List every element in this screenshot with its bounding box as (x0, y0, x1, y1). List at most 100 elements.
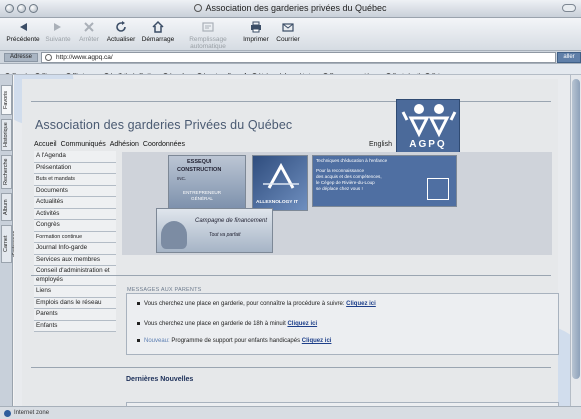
page-icon (45, 54, 52, 61)
left-nav-item[interactable]: Liens (34, 286, 116, 298)
explorer-tab[interactable]: Favoris (1, 85, 12, 115)
children-figures-icon (401, 104, 457, 138)
left-nav-item[interactable]: A l'Agenda (34, 151, 116, 163)
allexnology-ad-text: ALLEXNOLOGY IT (256, 200, 299, 205)
cegep-ad-line: se déplace chez vous ! (316, 186, 363, 191)
left-nav-item[interactable]: Journal Info-garde (34, 243, 116, 255)
toolbar-button-label: Courrier (276, 36, 300, 43)
left-nav-item[interactable]: Conseil d'administration et employés (34, 266, 116, 286)
toolbar-button-label: Précédente (6, 36, 40, 43)
new-label: Nouveau: (144, 338, 170, 344)
top-nav-link[interactable]: Accueil (34, 141, 57, 148)
globe-icon (194, 4, 203, 12)
message-item: Nouveau: Programme de support pour enfan… (137, 338, 332, 344)
agpq-logo: AGPQ (396, 99, 460, 153)
address-bar: Adresse http://www.agpq.ca/ aller (0, 51, 581, 64)
left-nav-item[interactable]: Emplois dans le réseau (34, 297, 116, 309)
go-button[interactable]: aller (557, 52, 581, 63)
window-title-container: Association des garderies privées du Qué… (0, 3, 581, 13)
navigation-toolbar: Précédente Suivante Arrêter Actualiser Démar… (0, 18, 581, 51)
address-input[interactable]: http://www.agpq.ca/ (41, 52, 556, 63)
left-nav-item[interactable]: Enfants (34, 320, 116, 332)
print-button[interactable]: Imprimer (240, 20, 272, 49)
top-navigation: Accueil Communiqués Adhésion Coordonnées (34, 141, 189, 148)
left-nav-item[interactable]: Buts et mandats (34, 174, 116, 186)
essequi-ad[interactable]: ESSEQUI CONSTRUCTION INC. ENTREPRENEUR G… (168, 155, 246, 211)
home-button[interactable]: Démarrage (140, 20, 176, 49)
top-nav-link[interactable]: Coordonnées (143, 141, 185, 148)
essequi-ad-line: ESSEQUI (187, 159, 212, 165)
bullet-icon (137, 302, 140, 305)
left-nav-item[interactable]: Documents (34, 185, 116, 197)
explorer-tab[interactable]: Historique (1, 119, 12, 151)
essequi-ad-line: GÉNÉRAL (191, 196, 213, 201)
toolbar-button-label: Actualiser (106, 36, 136, 43)
sponsor-banner: ESSEQUI CONSTRUCTION INC. ENTREPRENEUR G… (122, 152, 552, 255)
section-rule (31, 367, 551, 368)
section-rule (31, 275, 551, 276)
home-icon (151, 20, 165, 34)
cegep-ad-line: Pour la reconnaissance (316, 168, 365, 173)
browser-window: Association des garderies privées du Qué… (0, 0, 581, 419)
bullet-icon (137, 339, 140, 342)
essequi-ad-line: ENTREPRENEUR (183, 190, 222, 195)
toolbar-button-label: Suivante (45, 36, 71, 43)
left-nav-item[interactable]: Parents (34, 309, 116, 321)
refresh-icon (114, 20, 128, 34)
news-title: Dernières Nouvelles (126, 376, 194, 383)
click-here-link[interactable]: Cliquez ici (287, 321, 317, 327)
explorer-tab[interactable]: Carnet d'adresses (1, 225, 18, 263)
status-text: Internet zone (14, 410, 50, 416)
explorer-bar: Favoris Historique Recherche Album Carnet d'… (0, 75, 18, 406)
stop-button[interactable]: Arrêter (76, 20, 102, 49)
status-bar: Internet zone (0, 406, 581, 419)
top-nav-link[interactable]: Communiqués (61, 141, 106, 148)
cegep-ad-line: des acquis et des compétences, (316, 174, 382, 179)
print-icon (249, 20, 263, 34)
vertical-scrollbar[interactable] (570, 75, 581, 406)
site-title: Association des garderies Privées du Qué… (35, 118, 293, 132)
address-label: Adresse (4, 53, 38, 62)
cegep-ad[interactable]: Techniques d'éducation à l'enfance Pour … (312, 155, 457, 207)
toolbar-toggle-button[interactable] (562, 4, 576, 12)
click-here-link[interactable]: Cliquez ici (302, 338, 332, 344)
campagne-ad[interactable]: Campagne de financement Tout va parfait (156, 208, 273, 253)
cegep-ad-line: le Cégep de Rivière-du-Loup (316, 180, 375, 185)
left-nav-item[interactable]: Actualités (34, 197, 116, 209)
header-rule-top (31, 101, 551, 102)
refresh-button[interactable]: Actualiser (104, 20, 138, 49)
message-text: Vous cherchez une place en garderie, pou… (144, 301, 345, 307)
campagne-ad-line: Tout va parfait (209, 232, 241, 238)
stop-icon (82, 20, 96, 34)
back-arrow-button[interactable]: Précédente (6, 20, 40, 49)
forward-arrow-icon (51, 20, 65, 34)
campagne-ad-line: Campagne de financement (195, 218, 268, 224)
english-link[interactable]: English (369, 141, 392, 148)
explorer-tab[interactable]: Album (1, 193, 12, 221)
explorer-tab[interactable]: Recherche (1, 155, 12, 189)
mail-button[interactable]: Courrier (272, 20, 304, 49)
cegep-ad-line: Techniques d'éducation à l'enfance (316, 158, 388, 163)
left-nav-item[interactable]: Présentation (34, 162, 116, 174)
bullet-icon (137, 322, 140, 325)
click-here-link[interactable]: Cliquez ici (346, 301, 376, 307)
left-nav-item[interactable]: Congrès (34, 220, 116, 232)
autofill-button[interactable]: Remplissage automatique (178, 20, 238, 50)
left-navigation: A l'Agenda Présentation Buts et mandats Doc… (34, 151, 116, 332)
left-nav-item[interactable]: Activités (34, 208, 116, 220)
message-item: Vous cherchez une place en garderie de 1… (137, 321, 317, 327)
scroll-thumb[interactable] (572, 79, 580, 379)
essequi-ad-line: CONSTRUCTION (177, 167, 222, 173)
internet-zone-icon (4, 410, 11, 417)
top-nav-link[interactable]: Adhésion (110, 141, 139, 148)
messages-box: Vous cherchez une place en garderie, pou… (126, 293, 559, 355)
left-nav-item[interactable]: Formation continue (34, 231, 116, 243)
mail-icon (281, 20, 295, 34)
left-nav-item[interactable]: Services aux membres (34, 254, 116, 266)
agpq-page: Association des garderies Privées du Qué… (22, 79, 559, 406)
favorites-bar: GoogleCinemaPhoto.comLa Toile du Québecl… (0, 64, 581, 75)
title-bar: Association des garderies privées du Qué… (0, 0, 581, 18)
web-viewport: Association des garderies Privées du Qué… (14, 75, 570, 406)
allexnology-ad[interactable]: ALLEXNOLOGY IT (252, 155, 308, 211)
forward-arrow-button[interactable]: Suivante (42, 20, 74, 49)
